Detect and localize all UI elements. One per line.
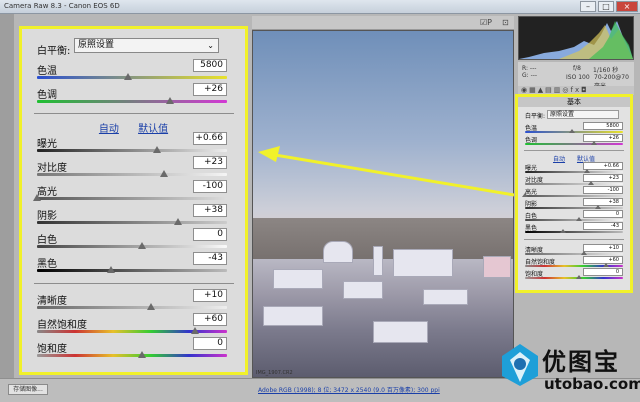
watermark-logo: 优图宝 utobao.com [498,340,640,402]
white-balance-select[interactable]: 原照设置 [547,110,619,119]
camera-info: f/8 1/160 秒 ISO 100 70-200@70 毫米 R: ---G… [518,62,634,90]
vibrance-slider-knob[interactable] [603,263,610,267]
exposure-slider-knob[interactable] [583,169,590,173]
saturation-slider-track[interactable] [525,277,623,279]
divider [524,150,624,151]
histogram-graph [519,21,633,59]
tint-slider-track[interactable] [525,143,623,145]
highlights-slider-track[interactable] [525,195,623,197]
iso-value: ISO 100 [566,74,590,81]
tint-slider-knob[interactable] [590,141,597,145]
tab-curve-icon[interactable]: ▦ [529,86,538,94]
shadows-slider-knob[interactable] [594,205,601,209]
saturation-slider-knob[interactable] [575,275,582,279]
tab-camera-icon[interactable]: ◘ [581,86,589,94]
shadows-input[interactable]: +38 [583,198,623,206]
tab-fx-icon[interactable]: fx [570,86,581,94]
exposure-slider-track[interactable] [525,171,623,173]
save-image-button[interactable]: 存储图像... [8,384,48,395]
contrast-slider-knob[interactable] [587,181,594,185]
arrow-head [258,146,280,162]
whites-slider-knob[interactable] [575,217,582,221]
rgb-readout: R: --- G: --- [522,65,538,79]
shadows-slider-track[interactable] [525,207,623,209]
watermark-en: utobao.com [544,375,640,393]
temp-slider-knob[interactable] [569,129,576,133]
highlights-input[interactable]: -100 [583,186,623,194]
shutter-value: 1/160 秒 [593,67,619,74]
tab-hsl-icon[interactable]: ▤ [545,86,554,94]
blacks-input[interactable]: -43 [583,222,623,230]
tab-basic-icon[interactable]: ◉ [521,86,529,94]
white-balance-label: 白平衡: [525,113,546,120]
watermark-cn: 优图宝 [542,348,620,376]
blacks-slider-knob[interactable] [560,229,567,233]
tint-input[interactable]: +26 [583,134,623,142]
clarity-slider-track[interactable] [525,253,623,255]
panel-header: 基本 [518,97,630,107]
auto-link[interactable]: 自动 [553,156,565,163]
clarity-slider-knob[interactable] [580,251,587,255]
aperture-value: f/8 [573,65,581,72]
saturation-input[interactable]: 0 [583,268,623,276]
highlights-slider-knob[interactable] [522,193,528,197]
contrast-slider-track[interactable] [525,183,623,185]
logo-icon [502,344,538,386]
basic-panel: 基本 白平衡: 原照设置 色温 5800 色调 +26 自动 默认值 曝光 +0… [515,94,633,293]
clarity-input[interactable]: +10 [583,244,623,252]
divider [524,239,624,240]
workflow-options-link[interactable]: Adobe RGB (1998); 8 位; 3472 x 2540 (9.0 … [258,385,440,394]
arrow-shaft [274,153,515,197]
blacks-slider-track[interactable] [525,231,623,233]
whites-input[interactable]: 0 [583,210,623,218]
histogram [518,16,634,60]
whites-slider-track[interactable] [525,219,623,221]
temp-input[interactable]: 5800 [583,122,623,130]
